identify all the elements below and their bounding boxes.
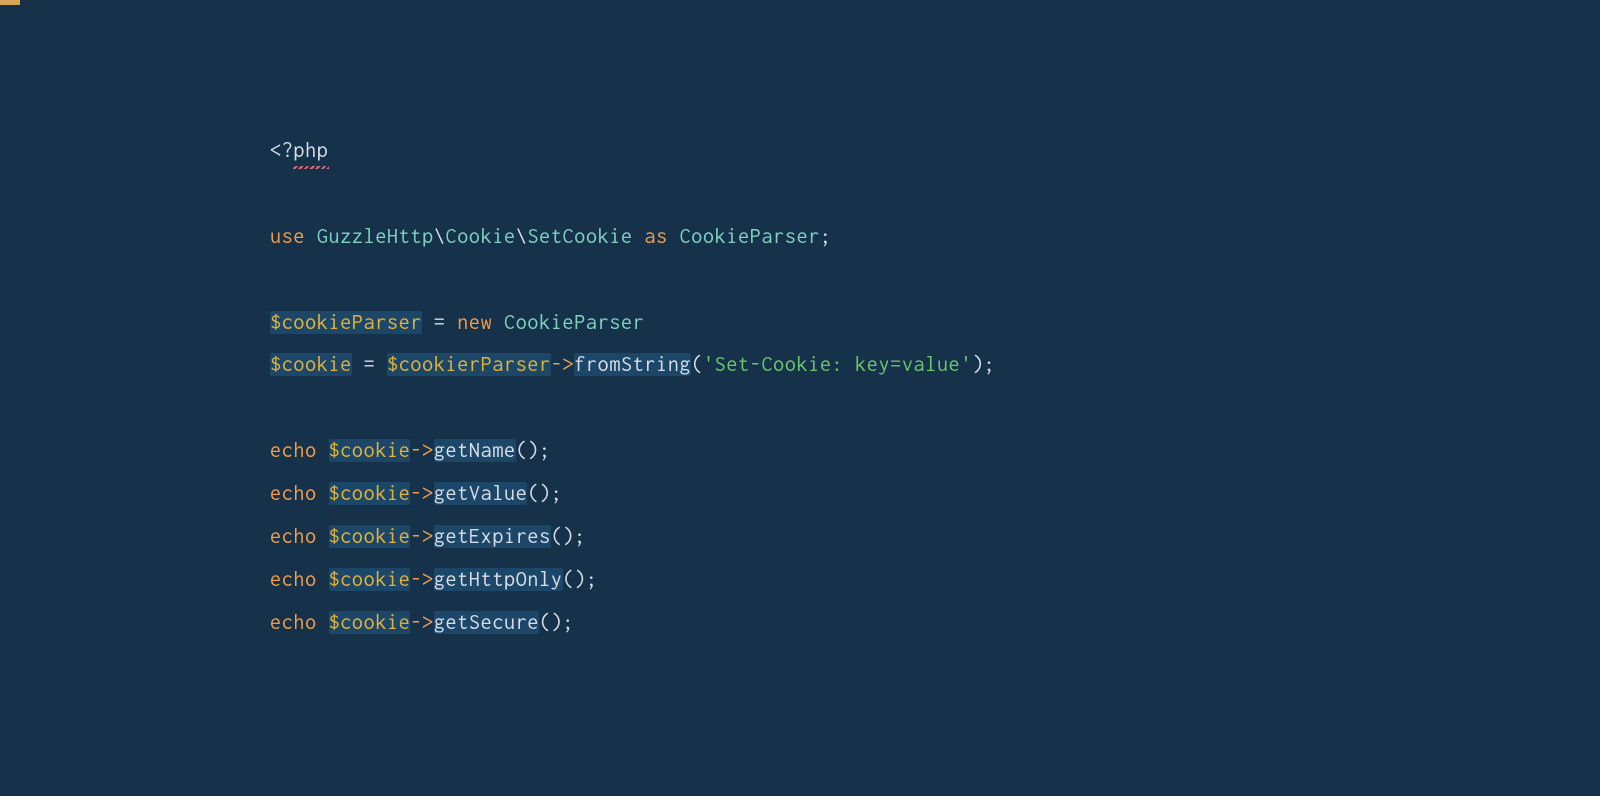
code-token: Cookie: [446, 225, 516, 248]
code-token: $cookie: [329, 568, 411, 591]
code-token: =: [352, 353, 387, 376]
code-token: ->: [410, 568, 433, 591]
code-token: $cookie: [329, 611, 411, 634]
code-token: $cookierParser: [387, 353, 551, 376]
code-token: echo: [270, 525, 317, 548]
code-line[interactable]: <?php: [270, 130, 1600, 173]
code-token: $cookie: [270, 353, 352, 376]
code-token: ;: [551, 482, 563, 505]
code-line[interactable]: use GuzzleHttp\Cookie\SetCookie as Cooki…: [270, 216, 1600, 259]
code-token: ;: [586, 568, 598, 591]
code-token: $cookieParser: [270, 311, 422, 334]
code-token: [317, 568, 329, 591]
code-token: getHttpOnly: [434, 568, 563, 591]
code-token: [633, 225, 645, 248]
code-line[interactable]: [270, 173, 1600, 216]
code-token: [668, 225, 680, 248]
code-token: echo: [270, 568, 317, 591]
code-line[interactable]: echo $cookie->getName();: [270, 430, 1600, 473]
code-token: (: [691, 353, 703, 376]
code-token: \: [434, 225, 446, 248]
code-token: echo: [270, 439, 317, 462]
code-token: CookieParser: [504, 311, 644, 334]
code-token: ->: [410, 525, 433, 548]
code-token: CookieParser: [680, 225, 820, 248]
code-token: (): [527, 482, 550, 505]
code-token: [317, 525, 329, 548]
code-line[interactable]: $cookie = $cookierParser->fromString('Se…: [270, 344, 1600, 387]
code-line[interactable]: $cookieParser = new CookieParser: [270, 302, 1600, 345]
code-line[interactable]: echo $cookie->getExpires();: [270, 516, 1600, 559]
code-line[interactable]: echo $cookie->getHttpOnly();: [270, 559, 1600, 602]
code-token: php: [293, 130, 328, 173]
code-line[interactable]: echo $cookie->getSecure();: [270, 602, 1600, 645]
code-token: getValue: [434, 482, 528, 505]
code-token: [317, 611, 329, 634]
code-line[interactable]: echo $cookie->getValue();: [270, 473, 1600, 516]
code-line[interactable]: [270, 259, 1600, 302]
code-line[interactable]: [270, 387, 1600, 430]
code-token: [317, 482, 329, 505]
code-token: ;: [820, 225, 832, 248]
code-token: \: [516, 225, 528, 248]
code-token: echo: [270, 611, 317, 634]
code-token: getExpires: [434, 525, 551, 548]
code-token: ;: [984, 353, 996, 376]
code-token: SetCookie: [527, 225, 632, 248]
code-token: getSecure: [434, 611, 539, 634]
code-token: (): [551, 525, 574, 548]
code-token: ->: [410, 439, 433, 462]
code-token: getName: [434, 439, 516, 462]
code-token: 'Set-Cookie: key=value': [703, 353, 972, 376]
code-token: ;: [563, 611, 575, 634]
code-token: $cookie: [329, 439, 411, 462]
code-token: <?: [270, 139, 293, 162]
code-token: ->: [410, 482, 433, 505]
code-token: GuzzleHttp: [317, 225, 434, 248]
code-token: (): [539, 611, 562, 634]
code-token: ->: [410, 611, 433, 634]
code-token: new: [457, 311, 492, 334]
code-token: =: [422, 311, 457, 334]
code-editor[interactable]: <?php use GuzzleHttp\Cookie\SetCookie as…: [0, 0, 1600, 645]
code-token: (): [563, 568, 586, 591]
code-token: use: [270, 225, 305, 248]
code-token: ->: [551, 353, 574, 376]
code-token: echo: [270, 482, 317, 505]
code-token: [305, 225, 317, 248]
top-accent-bar: [0, 0, 20, 5]
code-token: $cookie: [329, 525, 411, 548]
code-token: ;: [574, 525, 586, 548]
code-token: fromString: [574, 353, 691, 376]
code-token: $cookie: [329, 482, 411, 505]
code-token: [317, 439, 329, 462]
code-token: as: [644, 225, 667, 248]
code-token: ): [972, 353, 984, 376]
code-token: ;: [539, 439, 551, 462]
code-token: [492, 311, 504, 334]
code-token: (): [516, 439, 539, 462]
